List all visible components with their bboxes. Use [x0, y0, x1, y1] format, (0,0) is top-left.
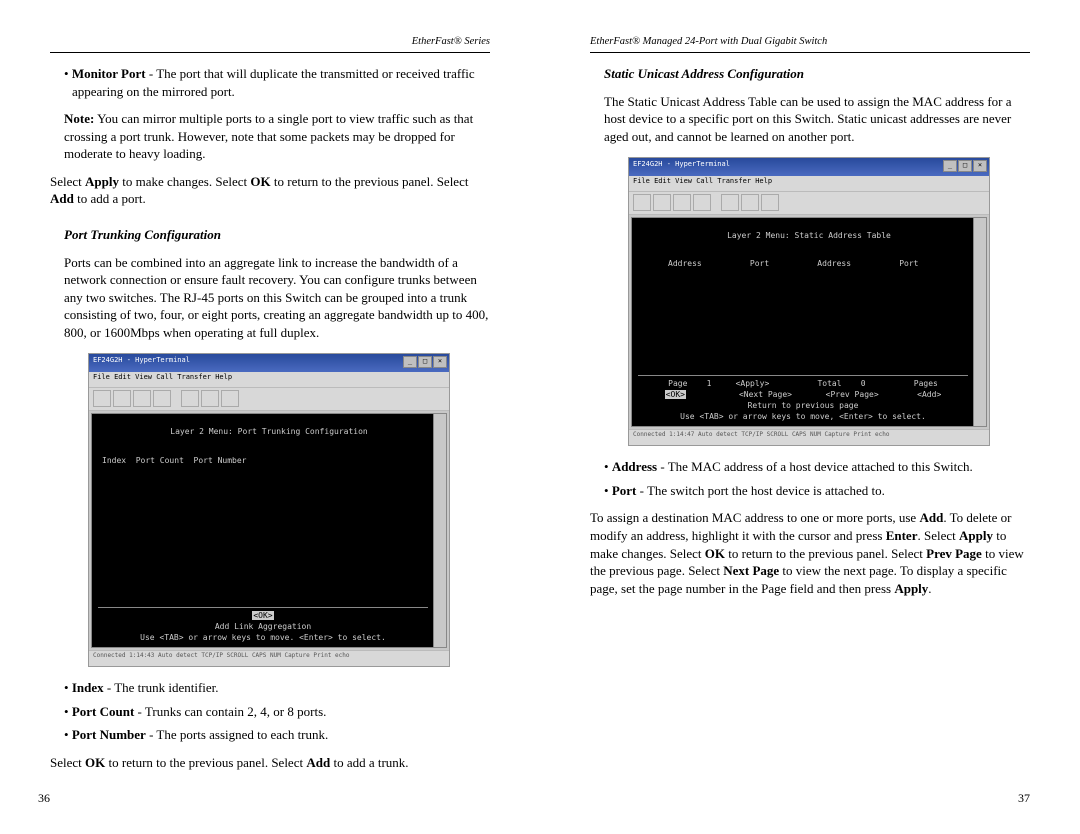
window-titlebar: EF24G2H - HyperTerminal _ □ ×: [89, 354, 449, 372]
terminal[interactable]: Layer 2 Menu: Static Address Table Addre…: [631, 217, 987, 427]
toolbar: [629, 192, 989, 215]
page-left: EtherFast® Series Monitor Port - The por…: [0, 0, 540, 834]
menubar[interactable]: File Edit View Call Transfer Help: [89, 372, 449, 388]
term-page-line: Page 1 <Apply> Total 0 Pages: [638, 378, 968, 389]
label-monitor-port: Monitor Port: [72, 66, 146, 81]
toolbar-button[interactable]: [741, 194, 759, 211]
toolbar-button[interactable]: [201, 390, 219, 407]
toolbar-button[interactable]: [113, 390, 131, 407]
term-return: Return to previous page: [638, 400, 968, 411]
statusbar: Connected 1:14:43 Auto detect TCP/IP SCR…: [89, 650, 449, 666]
final-para-right: To assign a destination MAC address to o…: [590, 509, 1030, 597]
bullet-monitor-port: Monitor Port - The port that will duplic…: [64, 65, 490, 100]
page-right: EtherFast® Managed 24-Port with Dual Gig…: [540, 0, 1080, 834]
toolbar-button[interactable]: [693, 194, 711, 211]
term-header: Layer 2 Menu: Port Trunking Configuratio…: [98, 426, 440, 437]
term-columns: Address Port Address Port: [668, 258, 980, 269]
static-unicast-para: The Static Unicast Address Table can be …: [604, 93, 1030, 146]
page-number-right: 37: [1018, 790, 1030, 806]
statusbar: Connected 1:14:47 Auto detect TCP/IP SCR…: [629, 429, 989, 445]
window-title: EF24G2H - HyperTerminal: [633, 160, 730, 168]
window-title: EF24G2H - HyperTerminal: [93, 356, 190, 364]
port-trunking-para: Ports can be combined into an aggregate …: [64, 254, 490, 342]
term-ok-button[interactable]: <OK>: [252, 611, 273, 620]
toolbar-button[interactable]: [761, 194, 779, 211]
term-columns: Index Port Count Port Number: [102, 455, 440, 466]
page-number-left: 36: [38, 790, 50, 806]
note-para: Note: You can mirror multiple ports to a…: [64, 110, 490, 163]
toolbar-button[interactable]: [221, 390, 239, 407]
term-hint: Use <TAB> or arrow keys to move. <Enter>…: [98, 632, 428, 643]
toolbar-button[interactable]: [181, 390, 199, 407]
toolbar-button[interactable]: [93, 390, 111, 407]
header-right: EtherFast® Managed 24-Port with Dual Gig…: [590, 35, 1030, 53]
term-footer: Page 1 <Apply> Total 0 Pages <OK> <Next …: [638, 375, 968, 423]
menubar[interactable]: File Edit View Call Transfer Help: [629, 176, 989, 192]
maximize-icon[interactable]: □: [418, 356, 432, 368]
select-para-left: Select Apply to make changes. Select OK …: [50, 173, 490, 208]
bullet-port-number: Port Number - The ports assigned to each…: [64, 726, 490, 744]
minimize-icon[interactable]: _: [403, 356, 417, 368]
scrollbar[interactable]: [433, 414, 446, 647]
window-controls: _ □ ×: [403, 356, 447, 368]
window-controls: _ □ ×: [943, 160, 987, 172]
maximize-icon[interactable]: □: [958, 160, 972, 172]
section-static-unicast: Static Unicast Address Configuration: [604, 65, 1030, 83]
scrollbar[interactable]: [973, 218, 986, 426]
toolbar-button[interactable]: [133, 390, 151, 407]
term-add-link: Add Link Aggregation: [98, 621, 428, 632]
close-icon[interactable]: ×: [433, 356, 447, 368]
note-text: You can mirror multiple ports to a singl…: [64, 111, 473, 161]
term-footer: <OK> Add Link Aggregation Use <TAB> or a…: [98, 607, 428, 644]
bullet-port: Port - The switch port the host device i…: [604, 482, 1030, 500]
toolbar-button[interactable]: [721, 194, 739, 211]
terminal[interactable]: Layer 2 Menu: Port Trunking Configuratio…: [91, 413, 447, 648]
final-para-left: Select OK to return to the previous pane…: [50, 754, 490, 772]
section-port-trunking: Port Trunking Configuration: [64, 226, 490, 244]
toolbar-button[interactable]: [653, 194, 671, 211]
bullet-port-count: Port Count - Trunks can contain 2, 4, or…: [64, 703, 490, 721]
bullet-address: Address - The MAC address of a host devi…: [604, 458, 1030, 476]
header-left: EtherFast® Series: [50, 35, 490, 53]
note-label: Note:: [64, 111, 94, 126]
minimize-icon[interactable]: _: [943, 160, 957, 172]
toolbar: [89, 388, 449, 411]
toolbar-button[interactable]: [673, 194, 691, 211]
toolbar-button[interactable]: [153, 390, 171, 407]
close-icon[interactable]: ×: [973, 160, 987, 172]
screenshot-static-address: EF24G2H - HyperTerminal _ □ × File Edit …: [628, 157, 990, 446]
term-header: Layer 2 Menu: Static Address Table: [638, 230, 980, 241]
bullet-index: Index - The trunk identifier.: [64, 679, 490, 697]
term-nav-line: <OK> <Next Page> <Prev Page> <Add>: [638, 389, 968, 400]
screenshot-port-trunking: EF24G2H - HyperTerminal _ □ × File Edit …: [88, 353, 450, 667]
toolbar-button[interactable]: [633, 194, 651, 211]
term-hint: Use <TAB> or arrow keys to move, <Enter>…: [638, 411, 968, 422]
window-titlebar: EF24G2H - HyperTerminal _ □ ×: [629, 158, 989, 176]
